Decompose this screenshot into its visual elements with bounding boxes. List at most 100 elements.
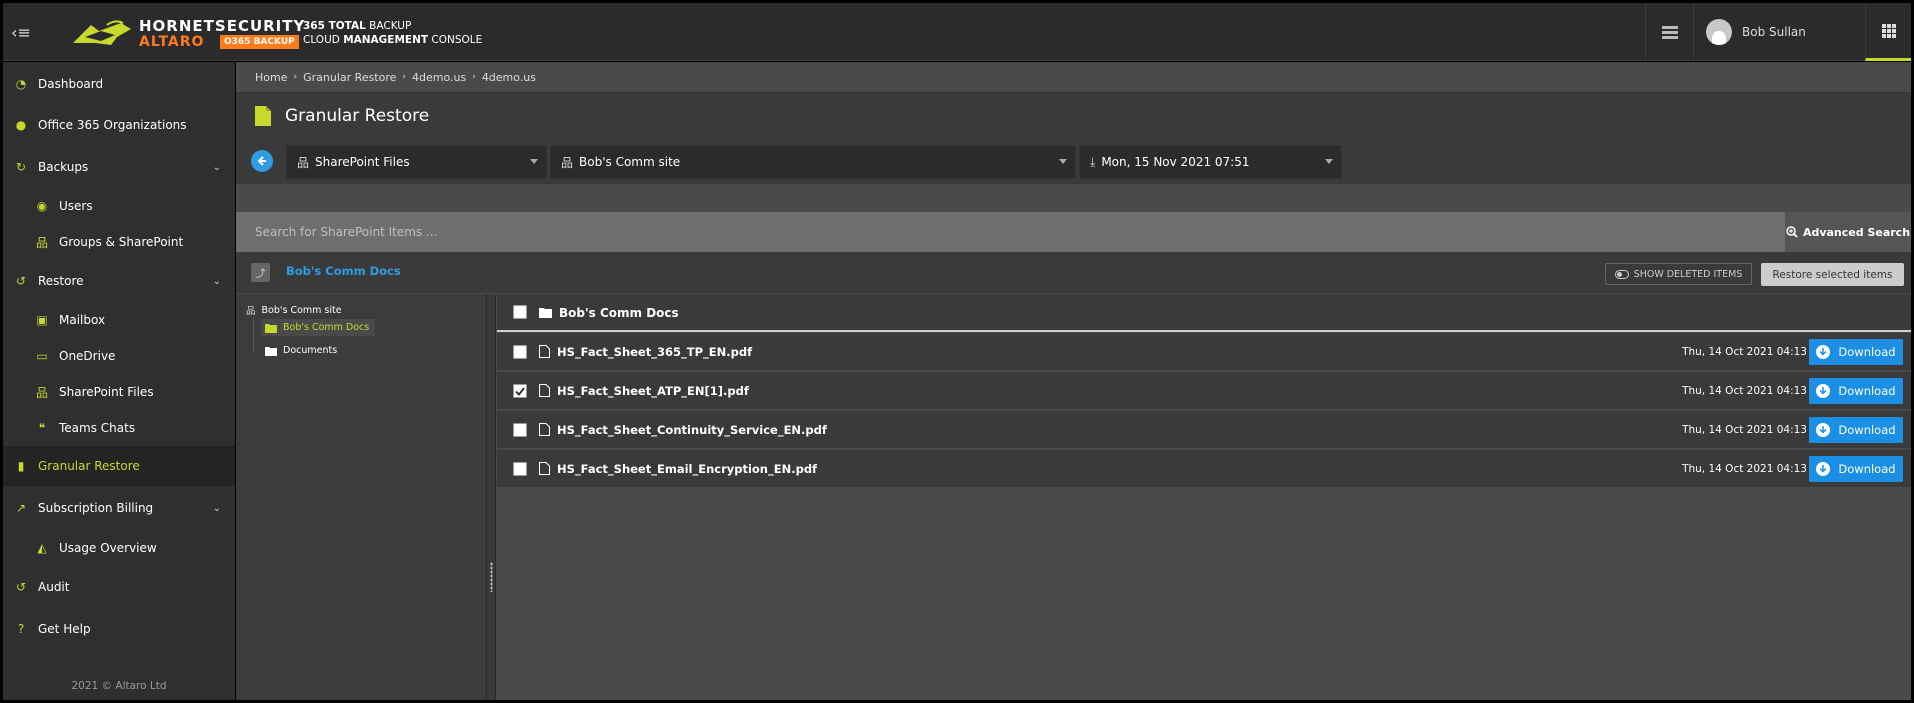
folder-up-icon[interactable]: ⤴ [251,263,270,282]
breadcrumb-home[interactable]: Home [255,71,287,84]
breadcrumb-granular-restore[interactable]: Granular Restore [303,71,396,84]
file-name: HS_Fact_Sheet_ATP_EN[1].pdf [557,384,749,398]
file-name: HS_Fact_Sheet_Email_Encryption_EN.pdf [557,462,818,476]
download-button[interactable]: Download [1809,378,1903,404]
table-row[interactable]: HS_Fact_Sheet_ATP_EN[1].pdf Thu, 14 Oct … [497,372,1911,410]
sidebar-item-label: Audit [38,580,70,594]
pane-splitter[interactable] [486,294,496,700]
download-label: Download [1838,423,1896,437]
menu-toggle-icon[interactable]: ‹≡ [3,3,39,61]
breadcrumb-org[interactable]: 4demo.us [412,71,466,84]
drag-handle-icon [490,562,493,592]
tree-node-bobs-comm-docs[interactable]: Bob's Comm Docs [261,319,376,336]
file-list: Bob's Comm Docs HS_Fact_Sheet_365_TP_EN.… [497,294,1911,700]
backup-date-value: Mon, 15 Nov 2021 07:51 [1101,155,1250,169]
sidebar-item-mailbox[interactable]: ▣ Mailbox [3,300,235,340]
restore-selected-button[interactable]: Restore selected items [1761,263,1904,286]
sidebar-item-dashboard[interactable]: ◔ Dashboard [3,64,235,104]
table-row[interactable]: HS_Fact_Sheet_365_TP_EN.pdf Thu, 14 Oct … [497,333,1911,371]
download-icon: ⤓ [1090,154,1096,169]
table-row[interactable]: HS_Fact_Sheet_Continuity_Service_EN.pdf … [497,411,1911,449]
sidebar-item-get-help[interactable]: ? Get Help [3,609,235,649]
sidebar-item-label: Teams Chats [59,421,136,435]
toggle-icon [1614,269,1629,279]
select-all-checkbox[interactable] [513,305,527,319]
help-icon: ? [17,622,25,636]
download-label: Download [1838,384,1896,398]
sidebar-item-restore[interactable]: ↺ Restore ⌄ [3,261,235,301]
site-select[interactable]: 品 Bob's Comm site [550,145,1076,179]
top-bar-right: Bob Sullan [1645,3,1911,61]
breadcrumb-current: 4demo.us [481,70,537,84]
sidebar-item-label: Backups [38,160,89,174]
sidebar-item-label: Groups & SharePoint [59,235,184,249]
download-label: Download [1838,462,1896,476]
sidebar-item-label: Office 365 Organizations [38,118,187,132]
row-checkbox[interactable] [513,462,527,476]
page-title: Granular Restore [285,105,430,126]
sidebar-item-sharepoint-files[interactable]: 品 SharePoint Files [3,372,235,412]
tree-node-label: Bob's Comm site [261,304,342,316]
sidebar-item-audit[interactable]: ↺ Audit [3,567,235,607]
file-date: Thu, 14 Oct 2021 04:13 [1682,346,1807,358]
sidebar-item-onedrive[interactable]: ▭ OneDrive [3,336,235,376]
caret-down-icon [1059,159,1067,164]
sidebar-item-label: Restore [38,274,84,288]
file-name: HS_Fact_Sheet_365_TP_EN.pdf [557,345,753,359]
download-button[interactable]: Download [1809,417,1903,443]
sidebar-item-organizations[interactable]: ● Office 365 Organizations [3,105,235,145]
brand-top-text: HORNETSECURITY [139,17,306,35]
tree-node-root[interactable]: 品 Bob's Comm site [246,303,342,318]
sitemap-icon: 品 [561,155,574,170]
site-value: Bob's Comm site [579,155,681,169]
download-circle-icon [1816,423,1831,437]
row-checkbox[interactable] [513,423,527,437]
file-date: Thu, 14 Oct 2021 04:13 [1682,463,1807,475]
chevron-down-icon: ⌄ [212,161,221,173]
item-type-select[interactable]: 品 SharePoint Files [286,145,547,179]
caret-down-icon [530,159,538,164]
search-plus-icon [1786,226,1798,238]
folder-icon [265,323,277,333]
download-circle-icon [1816,462,1831,476]
row-checkbox[interactable] [513,384,527,398]
tree-connector [253,318,254,351]
search-input[interactable] [236,212,1780,252]
tree-node-label: Documents [283,345,338,356]
show-deleted-toggle[interactable]: SHOW DELETED ITEMS [1605,263,1752,285]
top-bar: ‹≡ HORNETSECURITY ALTARO O365 BACKUP 365… [3,3,1911,61]
sidebar-item-teams-chats[interactable]: ❝ Teams Chats [3,408,235,448]
back-arrow-icon[interactable] [251,150,273,172]
search-bar: Advanced Search [236,212,1911,252]
restore-icon: ↺ [15,274,27,288]
file-icon [539,423,550,436]
user-menu[interactable]: Bob Sullan [1693,3,1865,61]
file-date: Thu, 14 Oct 2021 04:13 [1682,424,1807,436]
sidebar-item-subscription-billing[interactable]: ↗ Subscription Billing ⌄ [3,488,235,528]
sidebar-item-label: Subscription Billing [38,501,154,515]
sidebar-item-users[interactable]: ◉ Users [3,186,235,226]
list-view-icon[interactable] [1645,3,1693,61]
advanced-search-button[interactable]: Advanced Search [1785,212,1911,252]
file-list-header: Bob's Comm Docs [497,294,1911,332]
sitemap-icon: 品 [297,155,310,170]
table-row[interactable]: HS_Fact_Sheet_Email_Encryption_EN.pdf Th… [497,450,1911,488]
tree-node-documents[interactable]: Documents [265,345,337,356]
backup-date-select[interactable]: ⤓ Mon, 15 Nov 2021 07:51 [1079,145,1342,179]
sidebar-item-usage-overview[interactable]: ◭ Usage Overview [3,528,235,568]
product-line-2: CLOUD MANAGEMENT CONSOLE [303,34,483,46]
file-icon [539,462,550,475]
download-button[interactable]: Download [1809,339,1903,365]
sidebar-item-backups[interactable]: ↻ Backups ⌄ [3,147,235,187]
apps-grid-icon[interactable] [1865,3,1911,61]
sidebar-item-granular-restore[interactable]: ▮ Granular Restore [3,446,235,486]
current-folder-link[interactable]: Bob's Comm Docs [286,264,401,278]
sidebar-item-groups-sharepoint[interactable]: 品 Groups & SharePoint [3,222,235,262]
user-circle-icon: ◉ [36,199,48,213]
download-button[interactable]: Download [1809,456,1903,482]
chat-icon: ❝ [38,421,46,435]
product-line-1: 365 TOTAL BACKUP [303,20,412,32]
row-checkbox[interactable] [513,345,527,359]
sidebar-item-label: OneDrive [59,349,116,363]
sidebar-item-label: Granular Restore [38,459,140,473]
